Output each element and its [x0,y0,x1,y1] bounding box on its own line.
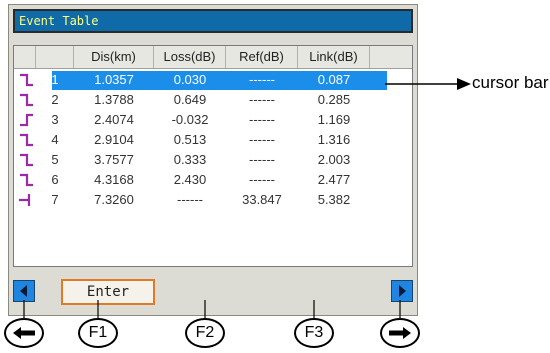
row-link: 0.087 [317,72,351,87]
next-button[interactable] [391,280,413,302]
table-row[interactable]: 7 7.3260 ------ 33.847 5.382 [14,190,412,210]
table-row[interactable]: 2 1.3788 0.649 ------ 0.285 [14,90,412,110]
table-row[interactable]: 1 1.0357 0.030 ------ 0.087 [14,70,412,90]
row-dis: 3.7577 [94,152,134,167]
table-row[interactable]: 5 3.7577 0.333 ------ 2.003 [14,150,412,170]
triangle-left-icon [20,285,27,297]
row-loss: ------ [177,192,203,207]
row-index: 2 [51,92,59,107]
row-ref: ------ [249,72,275,87]
row-loss: 0.513 [173,132,207,147]
row-link: 1.169 [317,112,351,127]
row-ref: ------ [249,172,275,187]
row-dis: 7.3260 [94,192,134,207]
hardkey-f2[interactable]: F2 [185,318,225,348]
hardkey-f3[interactable]: F3 [294,318,334,348]
arrow-left-icon [13,327,35,339]
row-index: 1 [51,72,59,87]
window-title: Event Table [19,14,99,28]
callout-arrow [385,78,471,90]
row-link: 1.316 [317,132,351,147]
row-ref: ------ [249,152,275,167]
row-dis: 1.3788 [94,92,134,107]
otdr-screen: Event Table Dis(km) Loss(dB) Ref(dB) Lin… [8,4,418,316]
row-dis: 2.4074 [94,112,134,127]
row-link: 2.477 [317,172,351,187]
key-connector-lines [23,300,401,320]
row-index: 7 [51,192,59,207]
step-down-icon [20,153,33,167]
header-index-col [36,46,74,68]
step-down-icon [20,133,33,147]
step-up-icon [20,113,33,127]
table-row[interactable]: 3 2.4074 -0.032 ------ 1.169 [14,110,412,130]
row-ref: ------ [249,112,275,127]
row-ref: 33.847 [242,192,282,207]
header-dis: Dis(km) [74,46,154,68]
hardkey-f1[interactable]: F1 [78,318,118,348]
end-event-icon [19,194,31,206]
cursor-bar-callout: cursor bar [472,73,549,92]
event-table[interactable]: Dis(km) Loss(dB) Ref(dB) Link(dB) 1 1.03… [13,45,413,267]
step-down-icon [20,93,33,107]
hardkey-left[interactable] [4,318,44,348]
hardkey-right[interactable] [380,318,420,348]
row-loss: 0.030 [173,72,207,87]
row-dis: 1.0357 [94,72,134,87]
triangle-right-icon [399,285,406,297]
header-icon-col [14,46,36,68]
header-link: Link(dB) [298,46,370,68]
step-down-icon [20,73,33,87]
title-bar: Event Table [13,9,413,33]
row-ref: ------ [249,92,275,107]
row-index: 3 [51,112,59,127]
row-loss: 2.430 [173,172,207,187]
table-row[interactable]: 4 2.9104 0.513 ------ 1.316 [14,130,412,150]
table-header: Dis(km) Loss(dB) Ref(dB) Link(dB) [14,46,412,69]
row-loss: 0.649 [173,92,207,107]
prev-button[interactable] [13,280,35,302]
row-index: 5 [51,152,59,167]
header-ref: Ref(dB) [226,46,298,68]
row-link: 0.285 [317,92,351,107]
row-ref: ------ [249,132,275,147]
row-link: 2.003 [317,152,351,167]
row-loss: 0.333 [173,152,207,167]
row-dis: 2.9104 [94,132,134,147]
row-index: 6 [51,172,59,187]
row-link: 5.382 [317,192,351,207]
row-dis: 4.3168 [94,172,134,187]
arrow-right-icon [389,327,411,339]
table-row[interactable]: 6 4.3168 2.430 ------ 2.477 [14,170,412,190]
step-down-icon [20,173,33,187]
row-index: 4 [51,132,59,147]
row-loss: -0.032 [171,112,209,127]
header-loss: Loss(dB) [154,46,226,68]
